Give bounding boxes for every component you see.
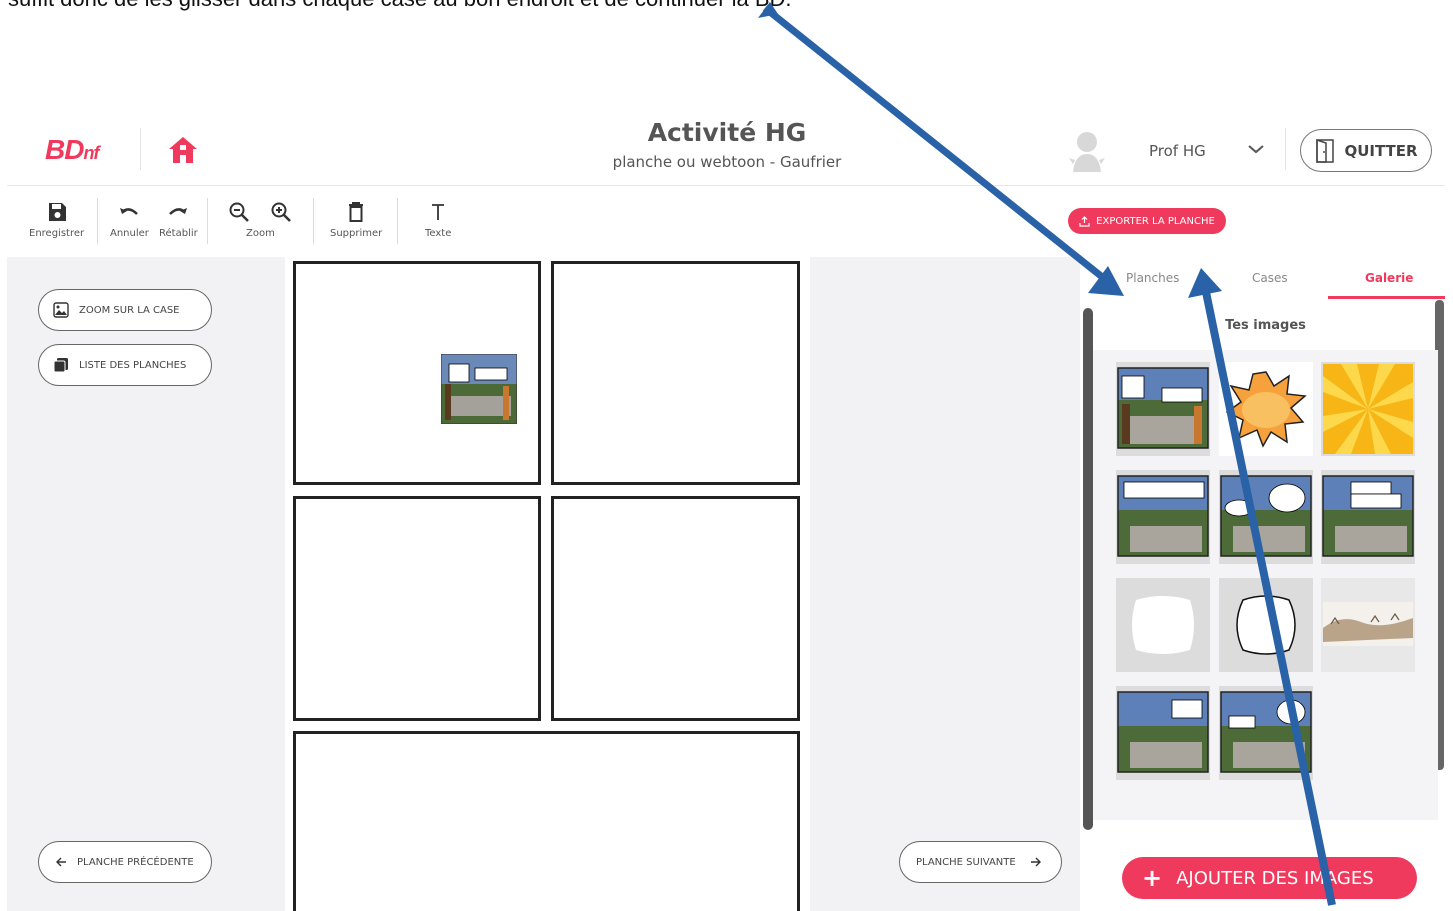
quit-label: QUITTER	[1344, 141, 1418, 160]
previous-board-button[interactable]: PLANCHE PRÉCÉDENTE	[38, 841, 212, 883]
header-divider	[1285, 128, 1286, 170]
left-panel: ZOOM SUR LA CASE LISTE DES PLANCHES PLAN…	[7, 257, 285, 911]
comic-panel-1[interactable]	[293, 261, 541, 485]
gallery-image[interactable]	[1116, 578, 1210, 672]
header-divider	[140, 128, 141, 170]
home-icon[interactable]	[167, 134, 199, 166]
export-icon	[1079, 215, 1090, 227]
page-subtitle: planche ou webtoon - Gaufrier	[612, 153, 842, 171]
image-gallery	[1093, 350, 1438, 820]
title-block: Activité HG planche ou webtoon - Gaufrie…	[527, 118, 927, 171]
quit-button[interactable]: QUITTER	[1300, 129, 1432, 172]
toolbar-divider	[97, 198, 98, 244]
comic-panel-4[interactable]	[551, 496, 800, 721]
gallery-image[interactable]	[1219, 362, 1313, 456]
gallery-image[interactable]	[1116, 470, 1210, 564]
text-icon	[432, 204, 445, 220]
text-button[interactable]: Texte	[425, 200, 451, 239]
undo-button[interactable]: Annuler	[110, 200, 149, 239]
gallery-image[interactable]	[1321, 578, 1415, 672]
plus-icon: +	[1142, 864, 1163, 892]
zoom-group	[227, 200, 293, 228]
undo-label: Annuler	[110, 228, 149, 239]
save-button[interactable]: Enregistrer	[29, 200, 84, 239]
app-header: BDnf Activité HG planche ou webtoon - Ga…	[7, 112, 1445, 186]
save-icon	[48, 203, 66, 221]
comic-panel-3[interactable]	[293, 496, 541, 721]
zoom-label-wrap: Zoom	[246, 228, 275, 239]
gallery-image[interactable]	[1116, 686, 1210, 780]
gallery-image[interactable]	[1219, 470, 1313, 564]
next-board-label: PLANCHE SUIVANTE	[916, 856, 1016, 868]
zoom-label: Zoom	[246, 228, 275, 239]
zoom-in-icon[interactable]	[269, 200, 293, 224]
arrow-left-icon	[56, 857, 66, 867]
text-label: Texte	[425, 228, 452, 239]
door-icon	[1316, 138, 1335, 163]
document-caption: suffit donc de les glisser dans chaque c…	[8, 0, 792, 12]
board-canvas	[285, 257, 810, 911]
export-label: EXPORTER LA PLANCHE	[1096, 215, 1215, 227]
redo-label: Rétablir	[159, 228, 198, 239]
save-label: Enregistrer	[29, 228, 85, 239]
trash-icon	[349, 202, 364, 222]
comic-panel-2[interactable]	[551, 261, 800, 485]
add-images-label: AJOUTER DES IMAGES	[1176, 867, 1374, 889]
sidebar-tabs: Planches Cases Galerie	[1093, 266, 1445, 300]
toolbar-divider	[207, 198, 208, 244]
bdnf-logo[interactable]: BDnf	[45, 134, 99, 166]
list-boards-label: LISTE DES PLANCHES	[79, 359, 187, 371]
undo-icon	[120, 208, 139, 215]
zoom-out-icon[interactable]	[227, 200, 251, 224]
tab-cases[interactable]: Cases	[1252, 271, 1288, 285]
next-board-button[interactable]: PLANCHE SUIVANTE	[899, 841, 1062, 883]
export-board-button[interactable]: EXPORTER LA PLANCHE	[1068, 208, 1226, 234]
add-images-button[interactable]: + AJOUTER DES IMAGES	[1122, 857, 1417, 899]
previous-board-label: PLANCHE PRÉCÉDENTE	[77, 856, 194, 868]
arrow-right-icon	[1030, 857, 1041, 867]
tab-galerie[interactable]: Galerie	[1365, 271, 1413, 285]
user-name[interactable]: Prof HG	[1149, 142, 1206, 160]
gallery-title: Tes images	[1225, 318, 1306, 333]
chevron-down-icon[interactable]	[1247, 142, 1265, 156]
list-boards-button[interactable]: LISTE DES PLANCHES	[38, 344, 212, 386]
placed-comic-image[interactable]	[441, 354, 517, 424]
gallery-image[interactable]	[1219, 578, 1313, 672]
scrollbar[interactable]	[1083, 308, 1093, 830]
avatar[interactable]	[1065, 128, 1109, 174]
gallery-image[interactable]	[1116, 362, 1210, 456]
delete-button[interactable]: Supprimer	[330, 200, 382, 239]
image-icon	[53, 302, 69, 318]
zoom-case-label: ZOOM SUR LA CASE	[79, 304, 180, 316]
toolbar-divider	[397, 198, 398, 244]
copy-icon	[53, 358, 68, 373]
gallery-image[interactable]	[1321, 362, 1415, 456]
comic-panel-5[interactable]	[293, 731, 800, 911]
delete-label: Supprimer	[330, 228, 383, 239]
redo-button[interactable]: Rétablir	[159, 200, 198, 239]
right-gutter: PLANCHE SUIVANTE	[810, 257, 1080, 911]
page-title: Activité HG	[647, 118, 807, 147]
toolbar-divider	[313, 198, 314, 244]
gallery-image[interactable]	[1219, 686, 1313, 780]
gallery-image[interactable]	[1321, 470, 1415, 564]
active-tab-indicator	[1328, 296, 1445, 299]
redo-icon	[169, 208, 188, 215]
toolbar: Enregistrer Annuler Rétablir Zoom Suppri…	[7, 188, 1047, 256]
zoom-case-button[interactable]: ZOOM SUR LA CASE	[38, 289, 212, 331]
tab-planches[interactable]: Planches	[1126, 271, 1179, 285]
